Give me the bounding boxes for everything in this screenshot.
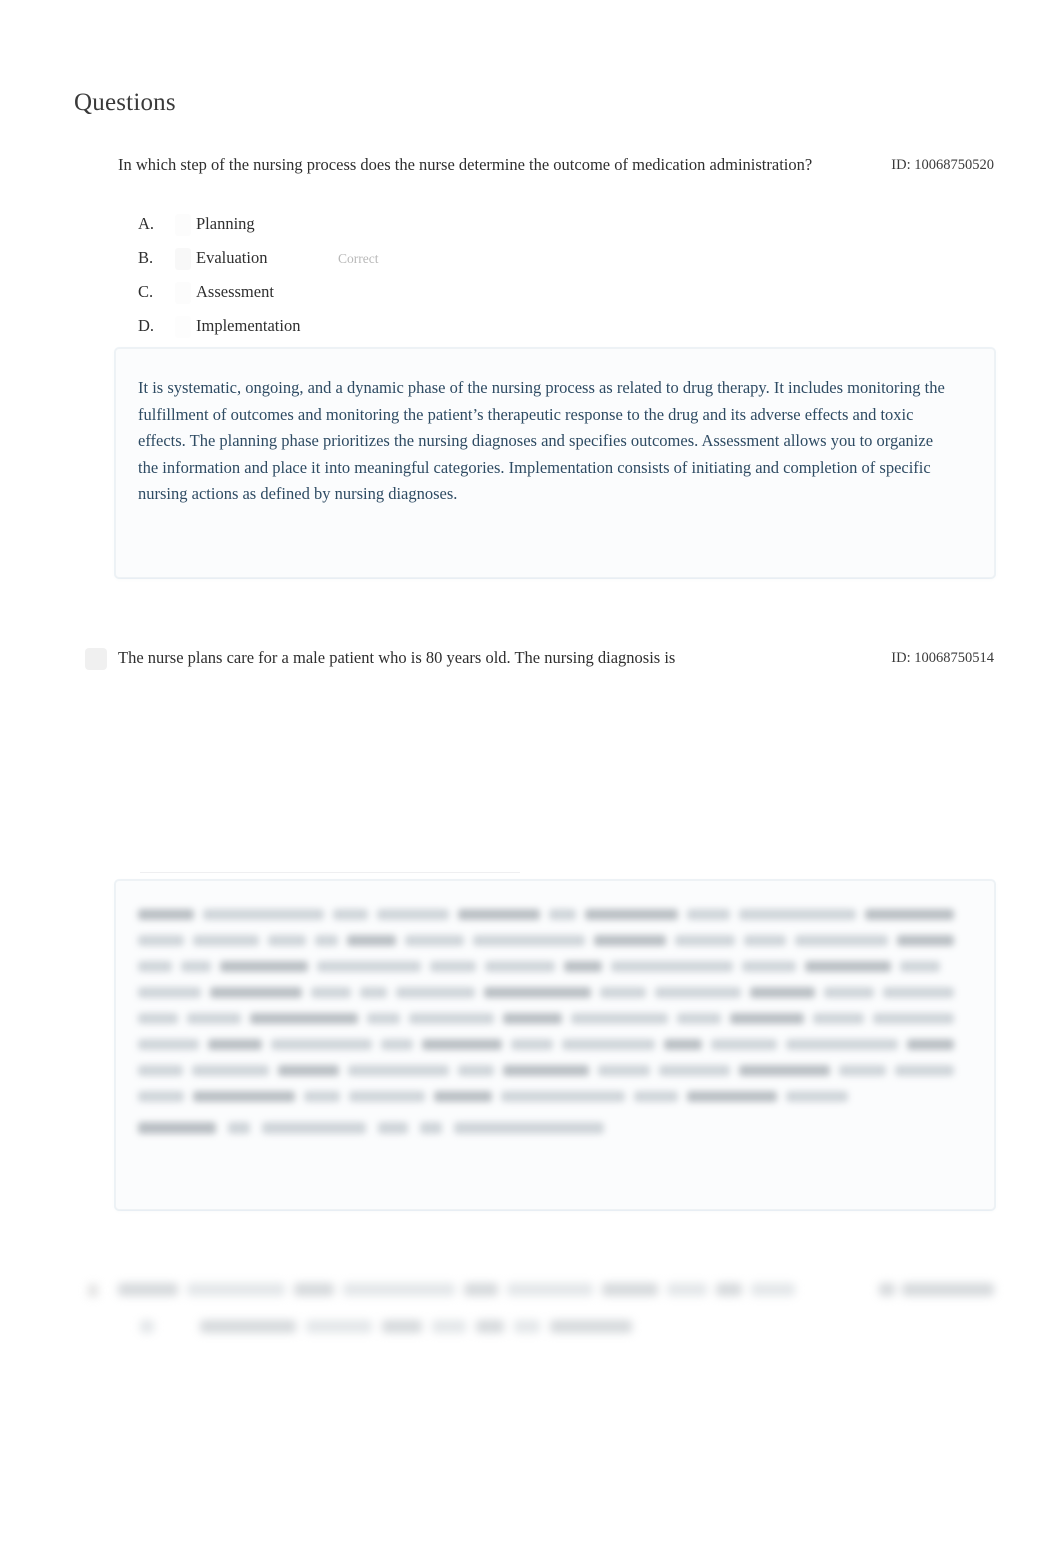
- radio-button-icon[interactable]: [175, 214, 191, 236]
- option-letter: A.: [138, 214, 155, 233]
- obscured-rationale-text-2: [116, 881, 994, 1154]
- radio-button-icon[interactable]: [175, 282, 191, 304]
- option-text: Implementation: [196, 316, 301, 335]
- option-text: Evaluation: [196, 248, 268, 267]
- answer-option-b[interactable]: B. Evaluation Correct: [118, 242, 878, 276]
- rationale-box-1: It is systematic, ongoing, and a dynamic…: [115, 348, 995, 578]
- question-block-2: The nurse plans care for a male patient …: [74, 645, 994, 671]
- rationale-text: It is systematic, ongoing, and a dynamic…: [138, 378, 945, 503]
- rationale-box-2: [115, 880, 995, 1210]
- question-block-1: In which step of the nursing process doe…: [74, 152, 994, 338]
- question-marker-icon: [85, 648, 107, 670]
- answer-option-d[interactable]: D. Implementation: [118, 310, 878, 344]
- correct-answer-badge: Correct: [338, 251, 379, 266]
- obscured-options-region-2: [140, 700, 840, 726]
- question-stem: In which step of the nursing process doe…: [118, 155, 813, 174]
- question-header: The nurse plans care for a male patient …: [74, 645, 994, 671]
- question-header: In which step of the nursing process doe…: [74, 152, 994, 178]
- page-title: Questions: [74, 89, 176, 116]
- option-letter: D.: [138, 316, 155, 335]
- option-text: Planning: [196, 214, 255, 233]
- obscured-source-line: [138, 1122, 954, 1134]
- question-id: ID: 10068750520: [891, 157, 994, 173]
- answer-option-c[interactable]: C. Assessment: [118, 276, 878, 310]
- question-stem: The nurse plans care for a male patient …: [118, 648, 676, 667]
- document-page: Questions In which step of the nursing p…: [0, 0, 1062, 1556]
- radio-button-icon[interactable]: [175, 316, 191, 338]
- option-text: Assessment: [196, 282, 274, 301]
- option-letter: B.: [138, 248, 154, 267]
- option-letter: C.: [138, 282, 154, 301]
- divider: [140, 872, 520, 873]
- answer-options-list: A. Planning B. Evaluation Correct C. Ass…: [118, 208, 878, 344]
- radio-button-icon[interactable]: [175, 248, 191, 270]
- answer-option-a[interactable]: A. Planning: [118, 208, 878, 242]
- question-id: ID: 10068750514: [891, 650, 994, 666]
